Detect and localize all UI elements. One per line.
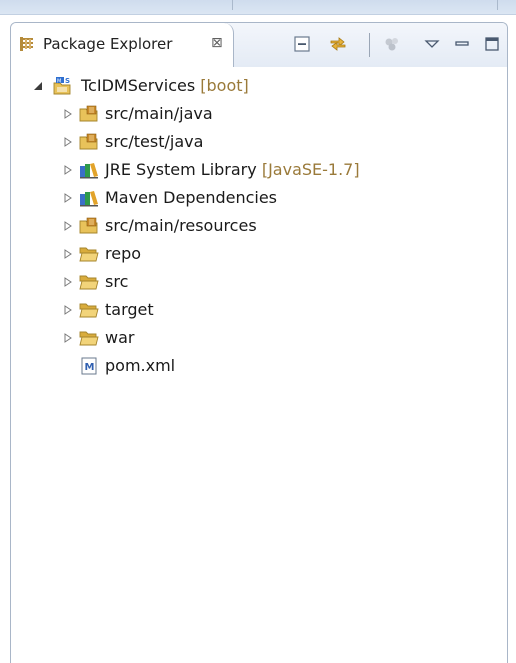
minimize-icon[interactable] — [453, 35, 471, 53]
tree-item-label: repo — [105, 244, 142, 263]
collapsed-arrow-icon[interactable] — [63, 165, 73, 175]
view-tabbar: Package Explorer ⊠ — [11, 23, 507, 67]
tree-item[interactable]: war — [11, 325, 507, 353]
library-icon — [80, 191, 98, 207]
tree-item-label: src — [105, 272, 129, 291]
tree-item[interactable]: target — [11, 297, 507, 325]
folder-icon — [79, 303, 99, 318]
tree-item-label: TcIDMServices [boot] — [81, 76, 249, 95]
toolbar-divider — [369, 33, 370, 57]
package-explorer-icon — [20, 37, 33, 51]
maven-project-icon: M S — [53, 77, 71, 95]
source-folder-icon — [79, 105, 98, 122]
collapsed-arrow-icon[interactable] — [63, 193, 73, 203]
collapsed-arrow-icon[interactable] — [63, 249, 73, 259]
library-icon — [80, 163, 98, 179]
folder-icon — [79, 331, 99, 346]
tree-item-label: src/main/resources — [105, 216, 257, 235]
svg-text:M: M — [85, 362, 95, 373]
window-top-strip — [0, 0, 516, 15]
collapse-all-icon[interactable] — [293, 35, 311, 53]
tree-item[interactable]: src/main/resources — [11, 213, 507, 241]
tree-item[interactable]: src — [11, 269, 507, 297]
svg-text:M: M — [57, 78, 61, 84]
tree-item-project[interactable]: M S TcIDMServices [boot] — [11, 73, 507, 101]
tab-label: Package Explorer — [43, 35, 173, 53]
maven-file-icon: M — [81, 357, 97, 375]
tree-item-label: src/test/java — [105, 132, 204, 151]
collapsed-arrow-icon[interactable] — [63, 221, 73, 231]
top-strip-divider — [232, 0, 233, 10]
link-with-editor-icon[interactable] — [329, 35, 347, 53]
focus-on-active-task-icon[interactable] — [383, 35, 401, 53]
tree-item-label: war — [105, 328, 135, 347]
svg-text:S: S — [65, 77, 70, 85]
tree-item-label: Maven Dependencies — [105, 188, 278, 207]
maximize-icon[interactable] — [483, 35, 501, 53]
expanded-arrow-icon[interactable] — [33, 81, 43, 91]
tree-item-label: JRE System Library [JavaSE-1.7] — [105, 160, 360, 179]
top-strip-divider — [497, 0, 498, 10]
collapsed-arrow-icon[interactable] — [63, 305, 73, 315]
tree-item[interactable]: M pom.xml — [11, 353, 507, 381]
close-icon[interactable]: ⊠ — [211, 34, 223, 52]
tree-item-label: target — [105, 300, 154, 319]
source-folder-icon — [79, 217, 98, 234]
tree-item-label: pom.xml — [105, 356, 176, 375]
tree-item-label: src/main/java — [105, 104, 213, 123]
tree-item[interactable]: Maven Dependencies — [11, 185, 507, 213]
tree-item[interactable]: repo — [11, 241, 507, 269]
tree-item[interactable]: src/test/java — [11, 129, 507, 157]
collapsed-arrow-icon[interactable] — [63, 109, 73, 119]
view-menu-icon[interactable] — [423, 35, 441, 53]
tree-item[interactable]: JRE System Library [JavaSE-1.7] — [11, 157, 507, 185]
package-explorer-view: Package Explorer ⊠ M S TcIDMServices [bo… — [10, 22, 508, 663]
source-folder-icon — [79, 133, 98, 150]
tab-package-explorer[interactable]: Package Explorer ⊠ — [11, 23, 234, 67]
collapsed-arrow-icon[interactable] — [63, 137, 73, 147]
folder-icon — [79, 275, 99, 290]
tree-item[interactable]: src/main/java — [11, 101, 507, 129]
collapsed-arrow-icon[interactable] — [63, 333, 73, 343]
folder-icon — [79, 247, 99, 262]
collapsed-arrow-icon[interactable] — [63, 277, 73, 287]
